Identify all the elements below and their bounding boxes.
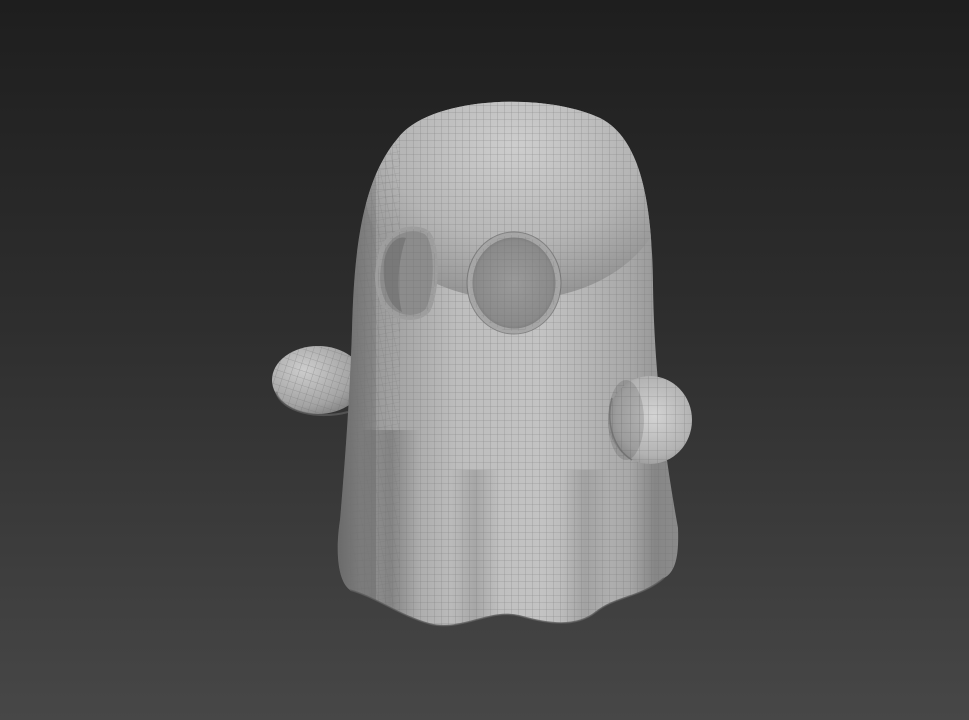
right-eye-hole[interactable] — [466, 231, 562, 335]
right-arm[interactable] — [608, 376, 692, 464]
3d-viewport[interactable] — [0, 0, 969, 720]
left-eye-hole[interactable] — [375, 226, 438, 320]
viewport-scene[interactable] — [0, 0, 969, 720]
ghost-body[interactable] — [330, 80, 690, 635]
